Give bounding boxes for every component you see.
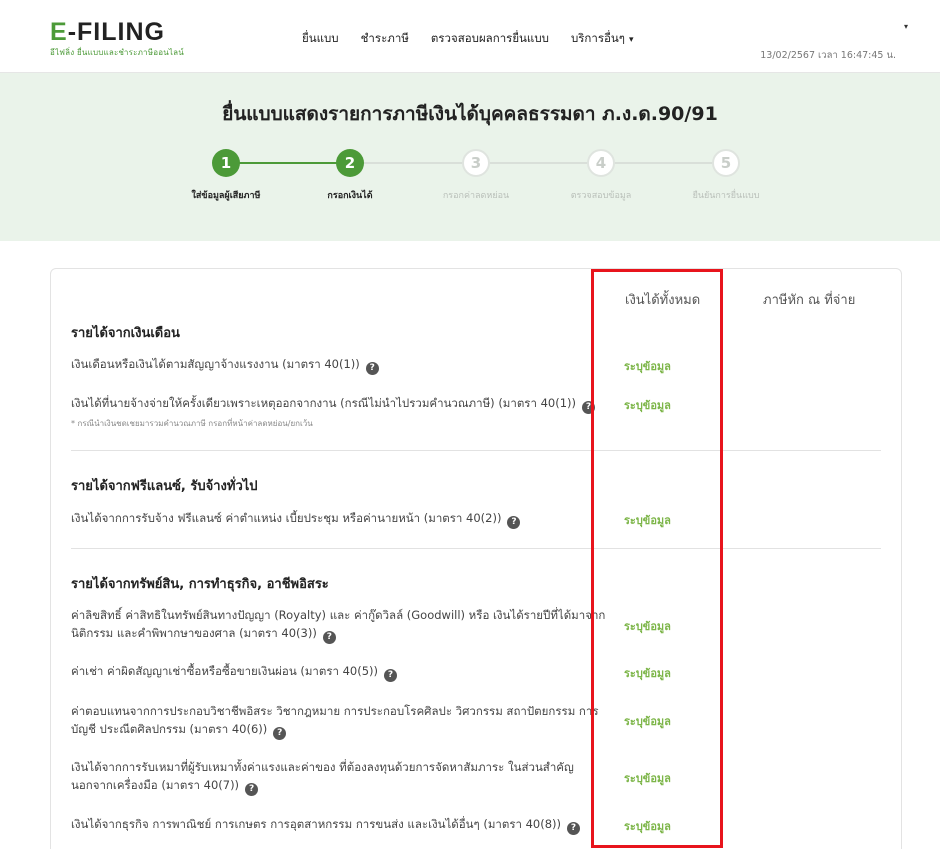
income-row-40-1: เงินเดือนหรือเงินได้ตามสัญญาจ้างแรงงาน (… [71,355,611,375]
income-row-note: * กรณีนำเงินชดเชยมารวมคำนวณภาษี กรอกที่ห… [71,419,313,428]
step-label: ใส่ข้อมูลผู้เสียภาษี [191,191,261,201]
income-row-40-2: เงินได้จากการรับจ้าง ฟรีแลนซ์ ค่าตำแหน่ง… [71,509,611,529]
section-title-property-business: รายได้จากทรัพย์สิน, การทำธุรกิจ, อาชีพอิ… [71,577,329,592]
column-header-withholding-tax: ภาษีหัก ณ ที่จ่าย [763,293,856,308]
step-label: ยืนยันการยื่นแบบ [692,191,760,201]
income-row-label: เงินได้จากธุรกิจ การพาณิชย์ การเกษตร การ… [71,817,562,831]
chevron-down-icon: ▾ [628,35,634,45]
step-3: 3 กรอกค่าลดหย่อน [416,149,536,202]
enter-data-button[interactable]: ระบุข้อมูล [624,396,671,414]
help-icon[interactable]: ? [567,822,581,835]
nav-item-pay[interactable]: ชำระภาษี [361,30,409,48]
current-datetime: 13/02/2567 เวลา 16:47:45 น. [760,50,896,61]
help-icon[interactable]: ? [273,727,287,740]
logo-subtitle: อีไฟลิ่ง ยื่นแบบและชำระภาษีออนไลน์ [50,48,184,57]
step-number: 5 [712,149,740,177]
help-icon[interactable]: ? [384,669,398,682]
logo-text: E-FILING [50,18,165,46]
user-menu-caret-icon[interactable]: ▾ [904,22,908,31]
income-row-label: ค่าเช่า ค่าผิดสัญญาเช่าซื้อหรือซื้อขายเง… [71,664,379,678]
enter-data-button[interactable]: ระบุข้อมูล [624,511,671,529]
step-number: 1 [212,149,240,177]
efiling-logo[interactable]: E-FILING อีไฟลิ่ง ยื่นแบบและชำระภาษีออนไ… [50,20,184,59]
step-5: 5 ยืนยันการยื่นแบบ [666,149,786,202]
income-row-40-6: ค่าตอบแทนจากการประกอบวิชาชีพอิสระ วิชากฎ… [71,702,611,740]
help-icon[interactable]: ? [365,362,379,375]
page-title: ยื่นแบบแสดงรายการภาษีเงินได้บุคคลธรรมดา … [222,103,718,125]
income-row-40-7: เงินได้จากการรับเหมาที่ผู้รับเหมาทั้งค่า… [71,758,611,796]
income-row-40-3: ค่าลิขสิทธิ์ ค่าสิทธิในทรัพย์สินทางปัญญา… [71,606,611,644]
income-row-label: เงินได้จากการรับจ้าง ฟรีแลนซ์ ค่าตำแหน่ง… [71,511,502,525]
enter-data-button[interactable]: ระบุข้อมูล [624,664,671,682]
step-2[interactable]: 2 กรอกเงินได้ [290,149,410,202]
step-label: ตรวจสอบข้อมูล [570,191,632,201]
enter-data-button[interactable]: ระบุข้อมูล [624,712,671,730]
progress-stepper: 1 ใส่ข้อมูลผู้เสียภาษี 2 กรอกเงินได้ 3 ก… [0,149,940,209]
help-icon[interactable]: ? [507,516,521,529]
step-number: 2 [336,149,364,177]
step-label: กรอกเงินได้ [327,191,373,201]
section-divider [71,450,881,451]
enter-data-button[interactable]: ระบุข้อมูล [624,357,671,375]
nav-item-other-services[interactable]: บริการอื่นๆ ▾ [571,30,634,48]
step-number: 3 [462,149,490,177]
step-label: กรอกค่าลดหย่อน [442,191,510,201]
income-row-label: เงินเดือนหรือเงินได้ตามสัญญาจ้างแรงงาน (… [71,357,360,371]
top-navbar: E-FILING อีไฟลิ่ง ยื่นแบบและชำระภาษีออนไ… [0,0,940,73]
step-number: 4 [587,149,615,177]
enter-data-button[interactable]: ระบุข้อมูล [624,769,671,787]
form-hero: ยื่นแบบแสดงรายการภาษีเงินได้บุคคลธรรมดา … [0,73,940,241]
income-row-40-8: เงินได้จากธุรกิจ การพาณิชย์ การเกษตร การ… [71,815,611,835]
section-divider [71,548,881,549]
enter-data-button[interactable]: ระบุข้อมูล [624,617,671,635]
help-icon[interactable]: ? [245,783,259,796]
section-title-freelance: รายได้จากฟรีแลนซ์, รับจ้างทั่วไป [71,479,258,494]
step-4: 4 ตรวจสอบข้อมูล [541,149,661,202]
nav-item-check-status[interactable]: ตรวจสอบผลการยื่นแบบ [431,30,549,48]
enter-data-button[interactable]: ระบุข้อมูล [624,817,671,835]
income-row-label: เงินได้จากการรับเหมาที่ผู้รับเหมาทั้งค่า… [71,760,574,792]
step-1[interactable]: 1 ใส่ข้อมูลผู้เสียภาษี [166,149,286,202]
section-title-salary: รายได้จากเงินเดือน [71,326,180,341]
nav-item-file[interactable]: ยื่นแบบ [302,30,339,48]
income-row-label: ค่าลิขสิทธิ์ ค่าสิทธิในทรัพย์สินทางปัญญา… [71,608,606,640]
income-row-label: เงินได้ที่นายจ้างจ่ายให้ครั้งเดียวเพราะเ… [71,396,577,410]
help-icon[interactable]: ? [582,401,596,414]
income-row-40-1-severance: เงินได้ที่นายจ้างจ่ายให้ครั้งเดียวเพราะเ… [71,394,611,430]
income-row-40-5: ค่าเช่า ค่าผิดสัญญาเช่าซื้อหรือซื้อขายเง… [71,662,611,682]
column-header-total-income: เงินได้ทั้งหมด [625,293,701,308]
income-card: เงินได้ทั้งหมด ภาษีหัก ณ ที่จ่าย รายได้จ… [50,268,902,849]
income-row-label: ค่าตอบแทนจากการประกอบวิชาชีพอิสระ วิชากฎ… [71,704,599,736]
help-icon[interactable]: ? [322,631,336,644]
main-nav: ยื่นแบบ ชำระภาษี ตรวจสอบผลการยื่นแบบ บริ… [302,30,634,48]
